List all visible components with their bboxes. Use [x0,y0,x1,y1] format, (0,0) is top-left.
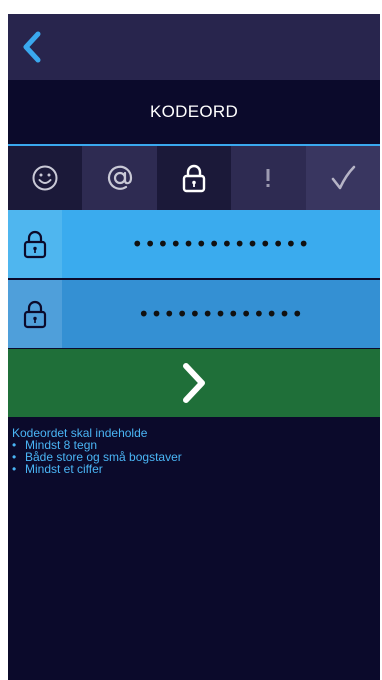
checkmark-icon [331,165,356,190]
step-warning[interactable] [231,146,306,210]
page-title-bar: KODEORD [8,80,380,144]
requirements-list: Mindst 8 tegn Både store og små bogstave… [12,439,372,475]
back-button[interactable] [18,30,48,64]
requirement-item: Mindst et ciffer [12,463,372,475]
lock-icon [182,164,206,193]
confirm-password-input[interactable] [62,280,380,348]
password-screen: KODEORD •••••••••••••• ••••••••••••• Kod… [8,14,380,680]
step-done[interactable] [305,146,380,210]
page-title: KODEORD [149,102,239,121]
exclamation-icon [266,169,270,187]
password-requirements: Kodeordet skal indeholde Mindst 8 tegn B… [12,427,372,475]
step-profile[interactable] [8,146,83,210]
password-row [8,210,380,278]
password-icon-cell [8,210,62,278]
step-password[interactable] [156,146,232,210]
smiley-icon [32,165,58,191]
lock-icon [23,230,47,259]
password-input[interactable] [62,210,380,278]
step-indicator [8,146,380,210]
lock-icon [23,300,47,329]
at-icon [107,165,132,190]
chevron-left-icon [23,31,41,63]
chevron-right-icon [183,363,205,403]
next-button[interactable] [8,349,380,417]
step-email[interactable] [82,146,157,210]
top-bar [8,14,380,80]
confirm-password-row [8,280,380,348]
confirm-icon-cell [8,280,62,348]
